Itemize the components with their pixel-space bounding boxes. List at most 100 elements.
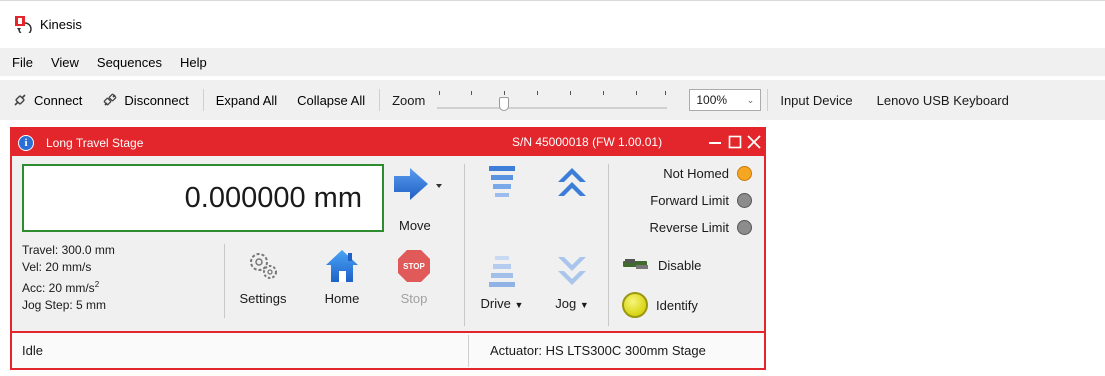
velocity-stat: Vel: 20 mm/s xyxy=(22,260,92,274)
drive-label: Drive ▼ xyxy=(478,296,526,311)
position-readout: 0.000000 mm xyxy=(22,164,384,232)
home-label: Home xyxy=(324,291,360,306)
slider-tick xyxy=(471,91,473,95)
move-label: Move xyxy=(399,218,431,233)
home-icon xyxy=(326,250,358,282)
close-icon[interactable] xyxy=(743,131,765,153)
stop-label: Stop xyxy=(400,291,428,306)
identify-button[interactable]: Identify xyxy=(622,292,698,318)
info-icon[interactable]: i xyxy=(18,134,34,151)
identify-label: Identify xyxy=(656,297,698,313)
chevron-down-icon: ▼ xyxy=(579,300,589,310)
status-separator xyxy=(468,335,469,367)
disconnect-button[interactable]: Disconnect xyxy=(102,92,189,108)
jog-reverse-icon xyxy=(558,257,586,285)
serial-number: S/N 45000018 (FW 1.00.01) xyxy=(512,135,663,149)
expand-all-label: Expand All xyxy=(215,92,278,108)
slider-tick xyxy=(603,91,605,95)
stop-button[interactable]: STOP Stop xyxy=(392,248,436,306)
zoom-value: 100% xyxy=(696,93,728,107)
gears-icon xyxy=(250,253,277,279)
move-arrow-icon xyxy=(394,168,442,200)
reverse-limit-indicator: Reverse Limit xyxy=(650,220,752,235)
app-title: Kinesis xyxy=(40,16,82,32)
menu-bar: File View Sequences Help xyxy=(0,48,1105,76)
minimize-icon[interactable] xyxy=(704,131,726,153)
not-homed-indicator: Not Homed xyxy=(663,166,752,181)
connect-icon xyxy=(14,94,26,106)
not-homed-led xyxy=(737,166,752,181)
stop-sign-text: STOP xyxy=(403,262,425,271)
acceleration-text: Acc: 20 mm/s xyxy=(22,281,95,295)
chevron-down-icon: ⌄ xyxy=(746,94,755,105)
jog-forward-icon xyxy=(558,168,586,196)
toolbar-separator xyxy=(379,89,381,111)
acceleration-exponent: 2 xyxy=(94,280,100,289)
title-bar: Kinesis xyxy=(0,10,1105,38)
forward-limit-indicator: Forward Limit xyxy=(650,193,752,208)
menu-help[interactable]: Help xyxy=(180,55,207,70)
expand-all-button[interactable]: Expand All xyxy=(216,93,277,108)
kinesis-app-icon xyxy=(15,16,32,33)
slider-tick xyxy=(570,91,572,95)
drive-reverse-icon xyxy=(489,256,515,287)
travel-stat: Travel: 300.0 mm xyxy=(22,243,115,257)
disable-label: Disable xyxy=(658,257,702,273)
jog-label-text: Jog xyxy=(555,296,577,311)
toolbar-separator xyxy=(767,89,769,111)
separator xyxy=(608,164,609,326)
motion-stats: Travel: 300.0 mm Vel: 20 mm/s Acc: 20 mm… xyxy=(22,242,115,314)
slider-tick xyxy=(504,91,506,95)
jog-forward-button[interactable] xyxy=(552,164,592,207)
slider-track xyxy=(437,107,668,109)
slider-thumb[interactable] xyxy=(499,97,510,111)
not-homed-label: Not Homed xyxy=(663,166,729,181)
zoom-slider[interactable] xyxy=(437,85,668,115)
connect-label: Connect xyxy=(34,92,83,108)
device-panel: i Long Travel Stage S/N 45000018 (FW 1.0… xyxy=(10,127,766,370)
forward-limit-led xyxy=(737,193,752,208)
identify-led-icon xyxy=(622,292,648,318)
jog-label: Jog ▼ xyxy=(548,296,596,311)
slider-tick xyxy=(665,91,667,95)
slider-tick xyxy=(439,91,441,95)
toolbar-separator xyxy=(202,89,204,111)
settings-label: Settings xyxy=(239,291,287,306)
disable-stage-icon xyxy=(623,259,648,269)
forward-limit-label: Forward Limit xyxy=(650,193,729,208)
drive-button[interactable]: Drive ▼ xyxy=(478,251,526,311)
slider-tick xyxy=(537,91,539,95)
separator xyxy=(224,244,225,318)
panel-header: i Long Travel Stage S/N 45000018 (FW 1.0… xyxy=(12,129,764,156)
acceleration-stat: Acc: 20 mm/s2 xyxy=(22,276,115,297)
menu-view[interactable]: View xyxy=(51,55,79,70)
stop-sign-icon: STOP xyxy=(398,250,430,282)
position-value: 0.000000 mm xyxy=(184,181,362,214)
separator xyxy=(464,164,465,326)
zoom-select[interactable]: 100% ⌄ xyxy=(689,89,762,111)
menu-sequences[interactable]: Sequences xyxy=(97,55,162,70)
drive-forward-button[interactable] xyxy=(482,164,522,207)
drive-forward-icon xyxy=(489,166,515,197)
disable-button[interactable]: Disable xyxy=(622,257,701,273)
home-button[interactable]: Home xyxy=(317,248,367,306)
panel-title: Long Travel Stage xyxy=(46,135,144,150)
input-device-value[interactable]: Lenovo USB Keyboard xyxy=(877,93,1009,108)
settings-button[interactable]: Settings xyxy=(234,248,292,306)
menu-file[interactable]: File xyxy=(12,55,33,70)
connect-button[interactable]: Connect xyxy=(12,92,82,108)
device-state: Idle xyxy=(22,343,43,358)
chevron-down-icon: ▼ xyxy=(514,300,524,310)
toolbar: Connect Disconnect Expand All Collapse A… xyxy=(0,80,1105,120)
jog-button[interactable]: Jog ▼ xyxy=(548,251,596,311)
slider-tick xyxy=(636,91,638,95)
panel-status-bar: Idle Actuator: HS LTS300C 300mm Stage xyxy=(12,331,764,368)
disconnect-icon xyxy=(104,93,117,106)
drive-label-text: Drive xyxy=(480,296,511,311)
reverse-limit-led xyxy=(737,220,752,235)
panel-body: 0.000000 mm Move Travel: 300.0 mm Vel: 2… xyxy=(12,156,764,328)
collapse-all-button[interactable]: Collapse All xyxy=(297,93,365,108)
collapse-all-label: Collapse All xyxy=(297,92,366,108)
disconnect-label: Disconnect xyxy=(124,92,189,108)
top-border xyxy=(0,0,1105,1)
